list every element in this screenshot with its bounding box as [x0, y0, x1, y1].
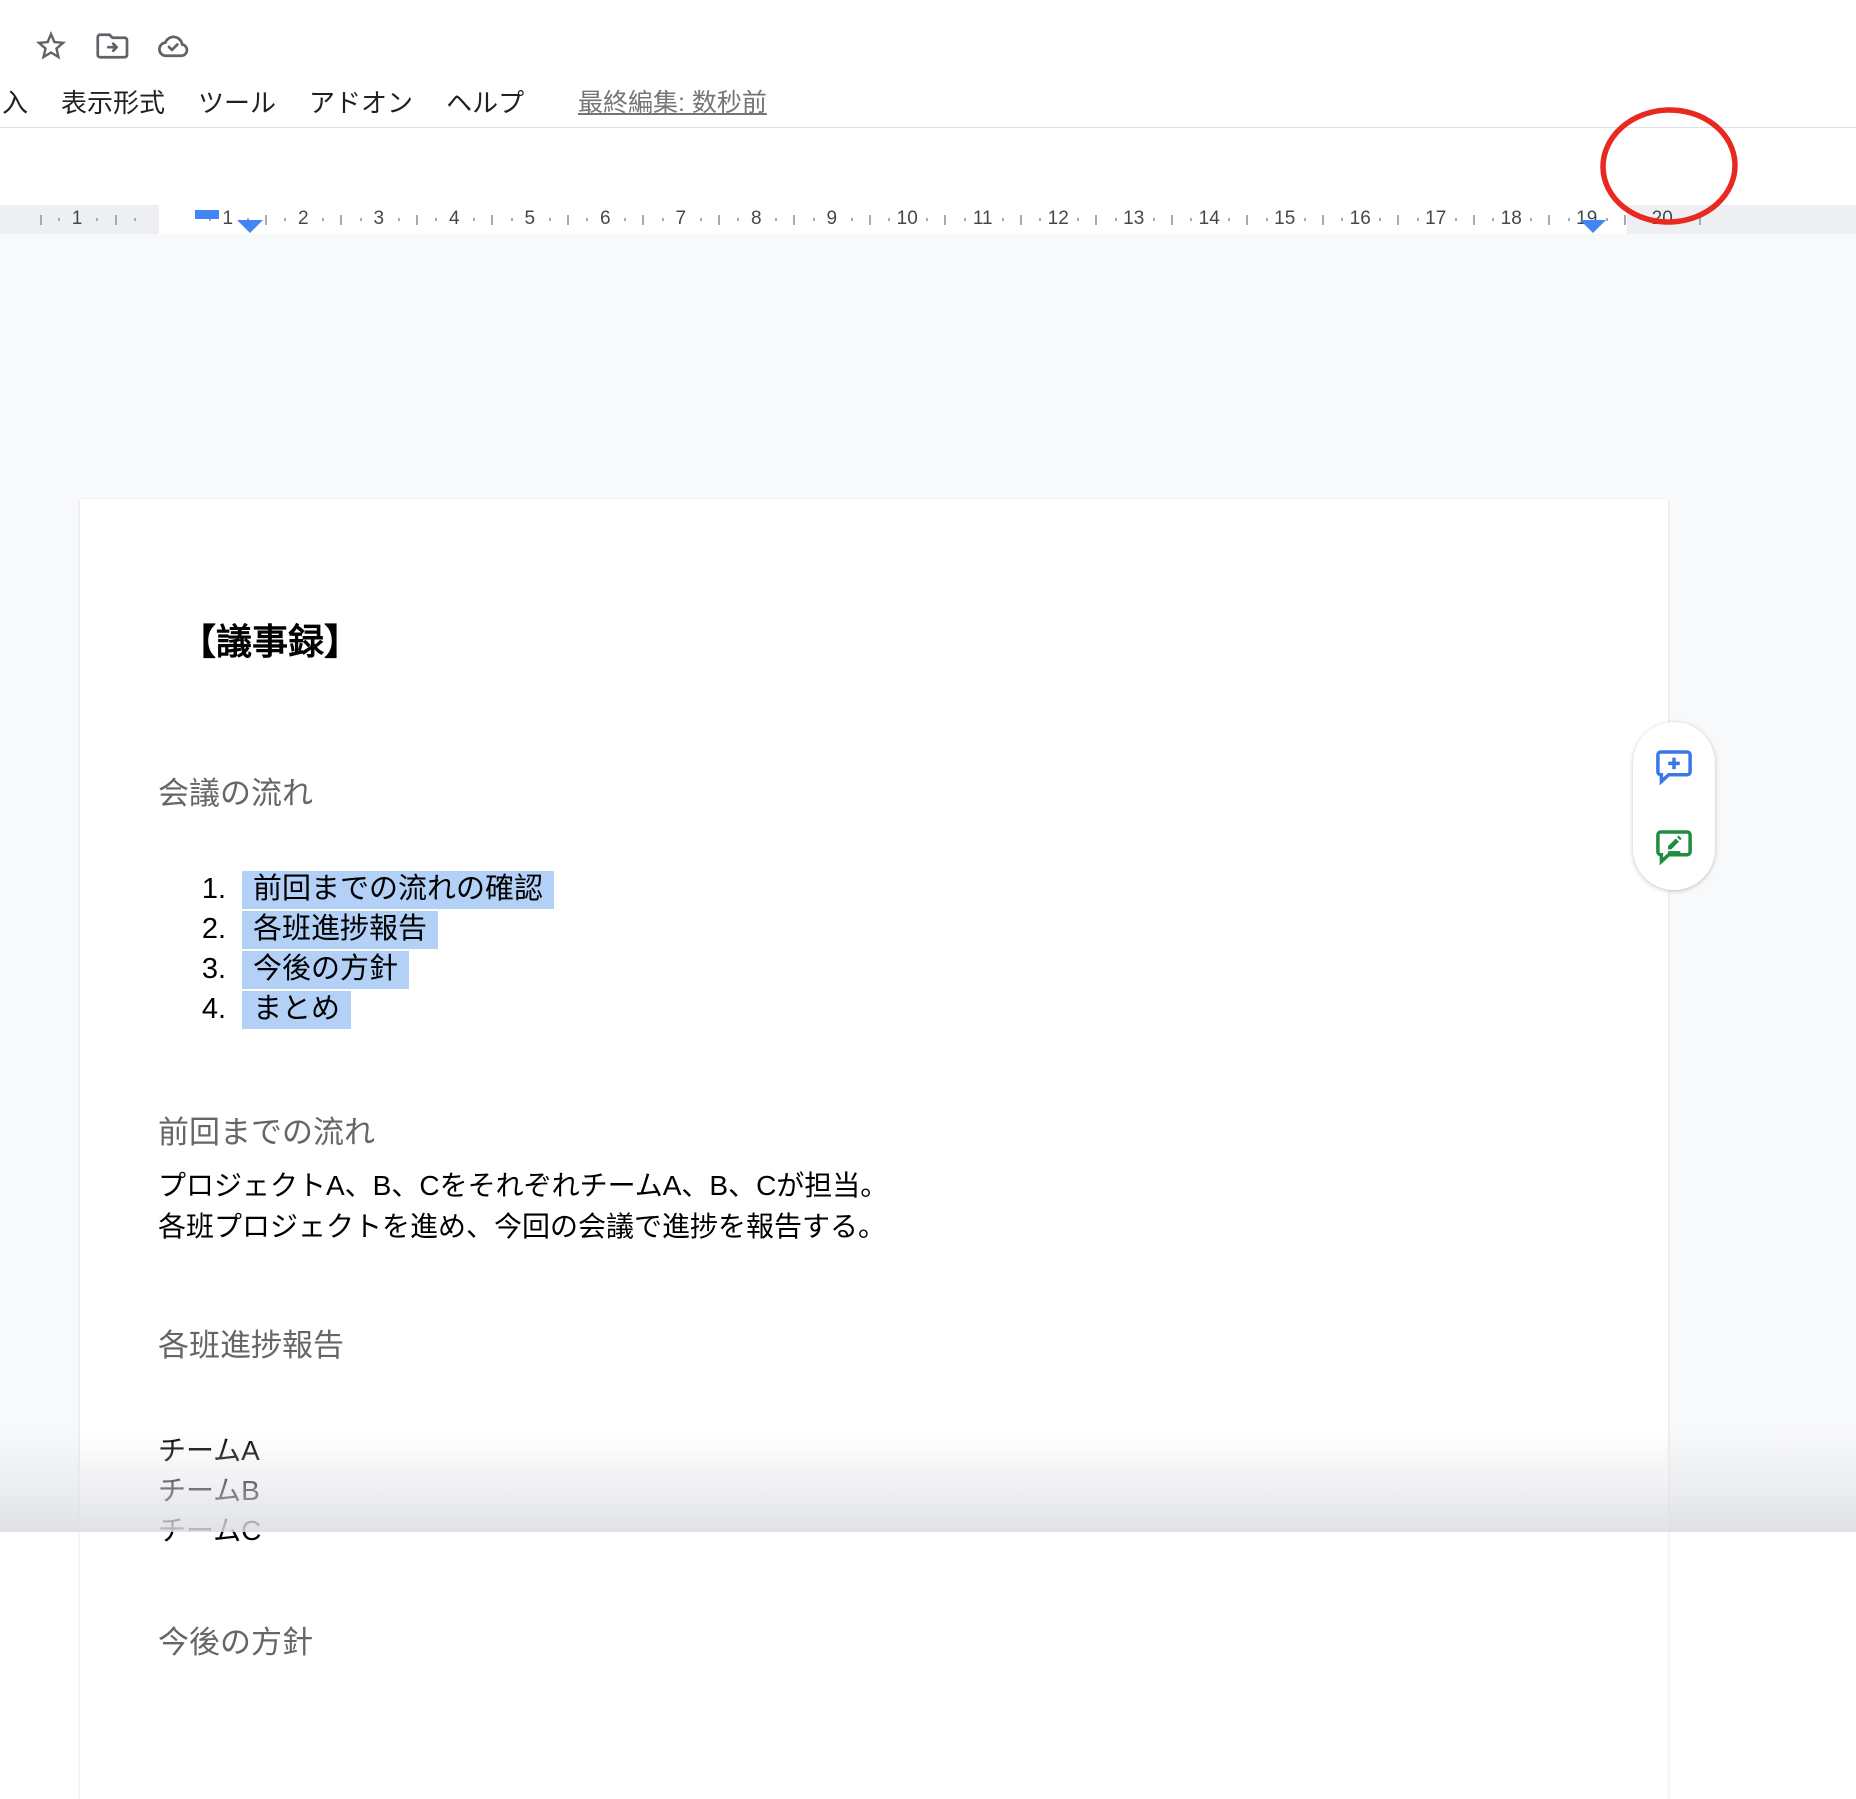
heading-agenda: 会議の流れ — [158, 775, 313, 813]
ruler-unit: 14 — [1172, 205, 1248, 234]
heading-policy: 今後の方針 — [158, 1624, 313, 1662]
suggest-edits-fab[interactable] — [1650, 822, 1698, 870]
agenda-list: 1. 前回までの流れの確認 2. 各班進捗報告 3. 今後の方針 4. まとめ — [80, 871, 1668, 1031]
ruler-number: 11 — [945, 208, 1021, 230]
ruler-unit: 12 — [1021, 205, 1097, 234]
ruler-tick — [115, 215, 117, 225]
move-folder-icon[interactable] — [92, 26, 132, 66]
ruler-unit: 11 — [945, 205, 1021, 234]
star-icon[interactable] — [31, 26, 71, 66]
list-item-text-selected: 各班進捗報告 — [242, 911, 438, 949]
ruler-number: 16 — [1323, 208, 1399, 230]
ruler-number: 6 — [568, 208, 644, 230]
menu-item[interactable]: 表示形式 — [61, 86, 165, 120]
ruler: 1 1 2 3 4 5 — [0, 205, 1856, 234]
ruler-tick — [58, 218, 60, 221]
menu-item[interactable]: ツール — [198, 86, 276, 120]
ruler-unit: 20 — [1625, 205, 1701, 234]
list-item[interactable]: 1. 前回までの流れの確認 — [80, 871, 1668, 911]
ruler-unit: 16 — [1323, 205, 1399, 234]
ruler-unit: 7 — [643, 205, 719, 234]
document-page[interactable]: 【議事録】 会議の流れ 1. 前回までの流れの確認 2. 各班進捗報告 3. 今… — [80, 499, 1668, 1799]
add-comment-fab[interactable] — [1650, 742, 1698, 790]
ruler-tick — [134, 218, 136, 221]
right-indent-marker[interactable] — [1580, 220, 1606, 233]
cloud-saved-icon[interactable] — [153, 26, 193, 66]
ruler-number: 2 — [266, 208, 342, 230]
ruler-number: 12 — [1021, 208, 1097, 230]
ruler-number: 3 — [341, 208, 417, 230]
team-line[interactable]: チームC — [158, 1511, 261, 1551]
ruler-number: 18 — [1474, 208, 1550, 230]
ruler-tick — [96, 218, 98, 221]
ruler-number: 14 — [1172, 208, 1248, 230]
ruler-number: 9 — [794, 208, 870, 230]
menu-item[interactable]: 入 — [2, 86, 28, 120]
toolbar: 標準テキス... Arial − 11 + B I U A — [0, 128, 1856, 205]
list-item-number: 3. — [80, 951, 226, 987]
list-item-number: 1. — [80, 871, 226, 907]
ruler-scale: 1 2 3 4 5 6 — [190, 205, 1700, 234]
menu-item[interactable]: ヘルプ — [446, 86, 524, 120]
ruler-unit: 3 — [341, 205, 417, 234]
document-canvas: 【議事録】 会議の流れ 1. 前回までの流れの確認 2. 各班進捗報告 3. 今… — [0, 234, 1856, 1532]
ruler-unit: 4 — [417, 205, 493, 234]
list-item-text-selected: 前回までの流れの確認 — [242, 871, 554, 909]
ruler-unit: 2 — [266, 205, 342, 234]
last-edit-link[interactable]: 最終編集: 数秒前 — [578, 88, 767, 118]
body-line[interactable]: 各班プロジェクトを進め、今回の会議で進捗を報告する。 — [158, 1206, 888, 1247]
list-item-number: 4. — [80, 991, 226, 1027]
margin-action-pill — [1633, 722, 1715, 890]
list-item[interactable]: 3. 今後の方針 — [80, 951, 1668, 991]
teams-paragraph: チームAチームBチームC — [158, 1431, 261, 1551]
ruler-number: 10 — [870, 208, 946, 230]
ruler-number: 13 — [1096, 208, 1172, 230]
list-item-text-selected: まとめ — [242, 991, 351, 1029]
heading-progress: 各班進捗報告 — [158, 1327, 344, 1365]
suggest-edits-icon — [1653, 825, 1695, 867]
previous-paragraph: プロジェクトA、B、CをそれぞれチームA、B、Cが担当。各班プロジェクトを進め、… — [158, 1165, 888, 1247]
menu-item[interactable]: アドオン — [309, 86, 413, 120]
list-item[interactable]: 4. まとめ — [80, 991, 1668, 1031]
ruler-unit: 8 — [719, 205, 795, 234]
list-item-number: 2. — [80, 911, 226, 947]
titlebar — [0, 0, 1856, 80]
ruler-unit: 18 — [1474, 205, 1550, 234]
ruler-number: 17 — [1398, 208, 1474, 230]
ruler-number: 8 — [719, 208, 795, 230]
ruler-unit: 10 — [870, 205, 946, 234]
ruler-unit: 15 — [1247, 205, 1323, 234]
team-line[interactable]: チームA — [158, 1431, 261, 1471]
list-item-text-selected: 今後の方針 — [242, 951, 409, 989]
first-line-indent-marker[interactable] — [195, 210, 219, 219]
ruler-unit: 9 — [794, 205, 870, 234]
ruler-number: 5 — [492, 208, 568, 230]
ruler-number: 7 — [643, 208, 719, 230]
ruler-unit: 5 — [492, 205, 568, 234]
menubar: 入表示形式ツールアドオンヘルプ 最終編集: 数秒前 — [0, 86, 1856, 124]
ruler-unit: 17 — [1398, 205, 1474, 234]
add-comment-icon — [1653, 745, 1695, 787]
ruler-number: 4 — [417, 208, 493, 230]
menu-items: 入表示形式ツールアドオンヘルプ — [2, 86, 524, 120]
ruler-number: 20 — [1625, 208, 1701, 230]
ruler-unit: 13 — [1096, 205, 1172, 234]
body-line[interactable]: プロジェクトA、B、CをそれぞれチームA、B、Cが担当。 — [158, 1165, 888, 1206]
ruler-tick — [40, 215, 42, 225]
ruler-unit: 6 — [568, 205, 644, 234]
document-quick-actions — [31, 26, 193, 66]
ruler-margin-number: 1 — [62, 208, 92, 230]
list-item[interactable]: 2. 各班進捗報告 — [80, 911, 1668, 951]
team-line[interactable]: チームB — [158, 1471, 261, 1511]
left-indent-marker[interactable] — [237, 220, 263, 233]
ruler-number: 15 — [1247, 208, 1323, 230]
heading-previous: 前回までの流れ — [158, 1114, 375, 1152]
doc-title: 【議事録】 — [180, 619, 360, 665]
